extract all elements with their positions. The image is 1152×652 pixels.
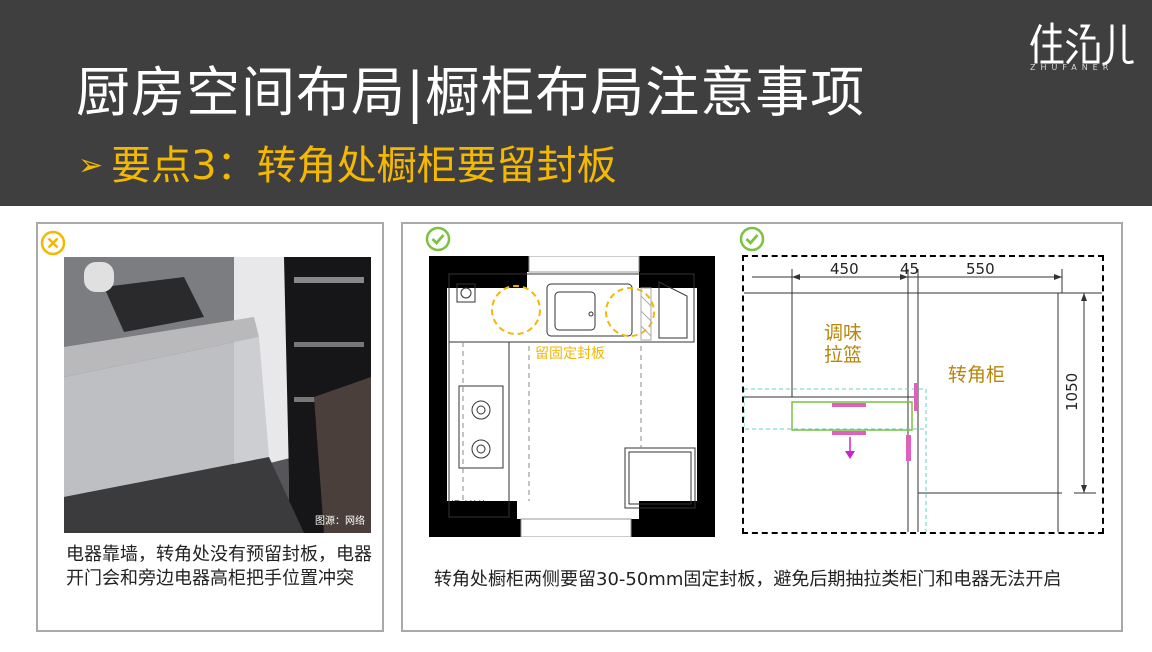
cad-dim-1: 450 bbox=[830, 260, 859, 278]
arrow-bullet-icon: ➢ bbox=[78, 148, 104, 183]
check-circle-icon-2 bbox=[739, 226, 765, 252]
plan-label: 留固定封板 bbox=[535, 346, 605, 362]
cad-label-basket: 调味拉篮 bbox=[824, 322, 862, 366]
kitchen-photo: 图源：网络 bbox=[64, 257, 371, 533]
cad-dim-3: 550 bbox=[966, 260, 995, 278]
cad-elevation: 450 45 550 1050 调味拉篮 转角柜 bbox=[744, 260, 1102, 532]
plan-corner-label: 调味拉篮 bbox=[451, 499, 487, 511]
brand-logo-text: ZHUFANER bbox=[1030, 63, 1114, 72]
subtitle-text: 要点3：转角处橱柜要留封板 bbox=[111, 143, 617, 189]
left-caption: 电器靠墙，转角处没有预留封板，电器开门会和旁边电器高柜把手位置冲突 bbox=[66, 544, 372, 589]
cross-circle-icon bbox=[40, 230, 66, 256]
cad-label-corner: 转角柜 bbox=[948, 364, 1005, 386]
kitchen-floor-plan: 留固定封板 调味拉篮 bbox=[429, 256, 715, 537]
right-caption: 转角处橱柜两侧要留30-50mm固定封板，避免后期抽拉类柜门和电器无法开启 bbox=[434, 569, 1062, 590]
cad-dim-2: 45 bbox=[900, 260, 919, 278]
page-title: 厨房空间布局|橱柜布局注意事项 bbox=[76, 61, 866, 124]
photo-credit: 图源：网络 bbox=[315, 516, 365, 527]
page-subtitle: ➢ 要点3：转角处橱柜要留封板 bbox=[78, 146, 617, 186]
check-circle-icon bbox=[425, 226, 451, 252]
cad-height-dim: 1050 bbox=[1063, 373, 1081, 411]
